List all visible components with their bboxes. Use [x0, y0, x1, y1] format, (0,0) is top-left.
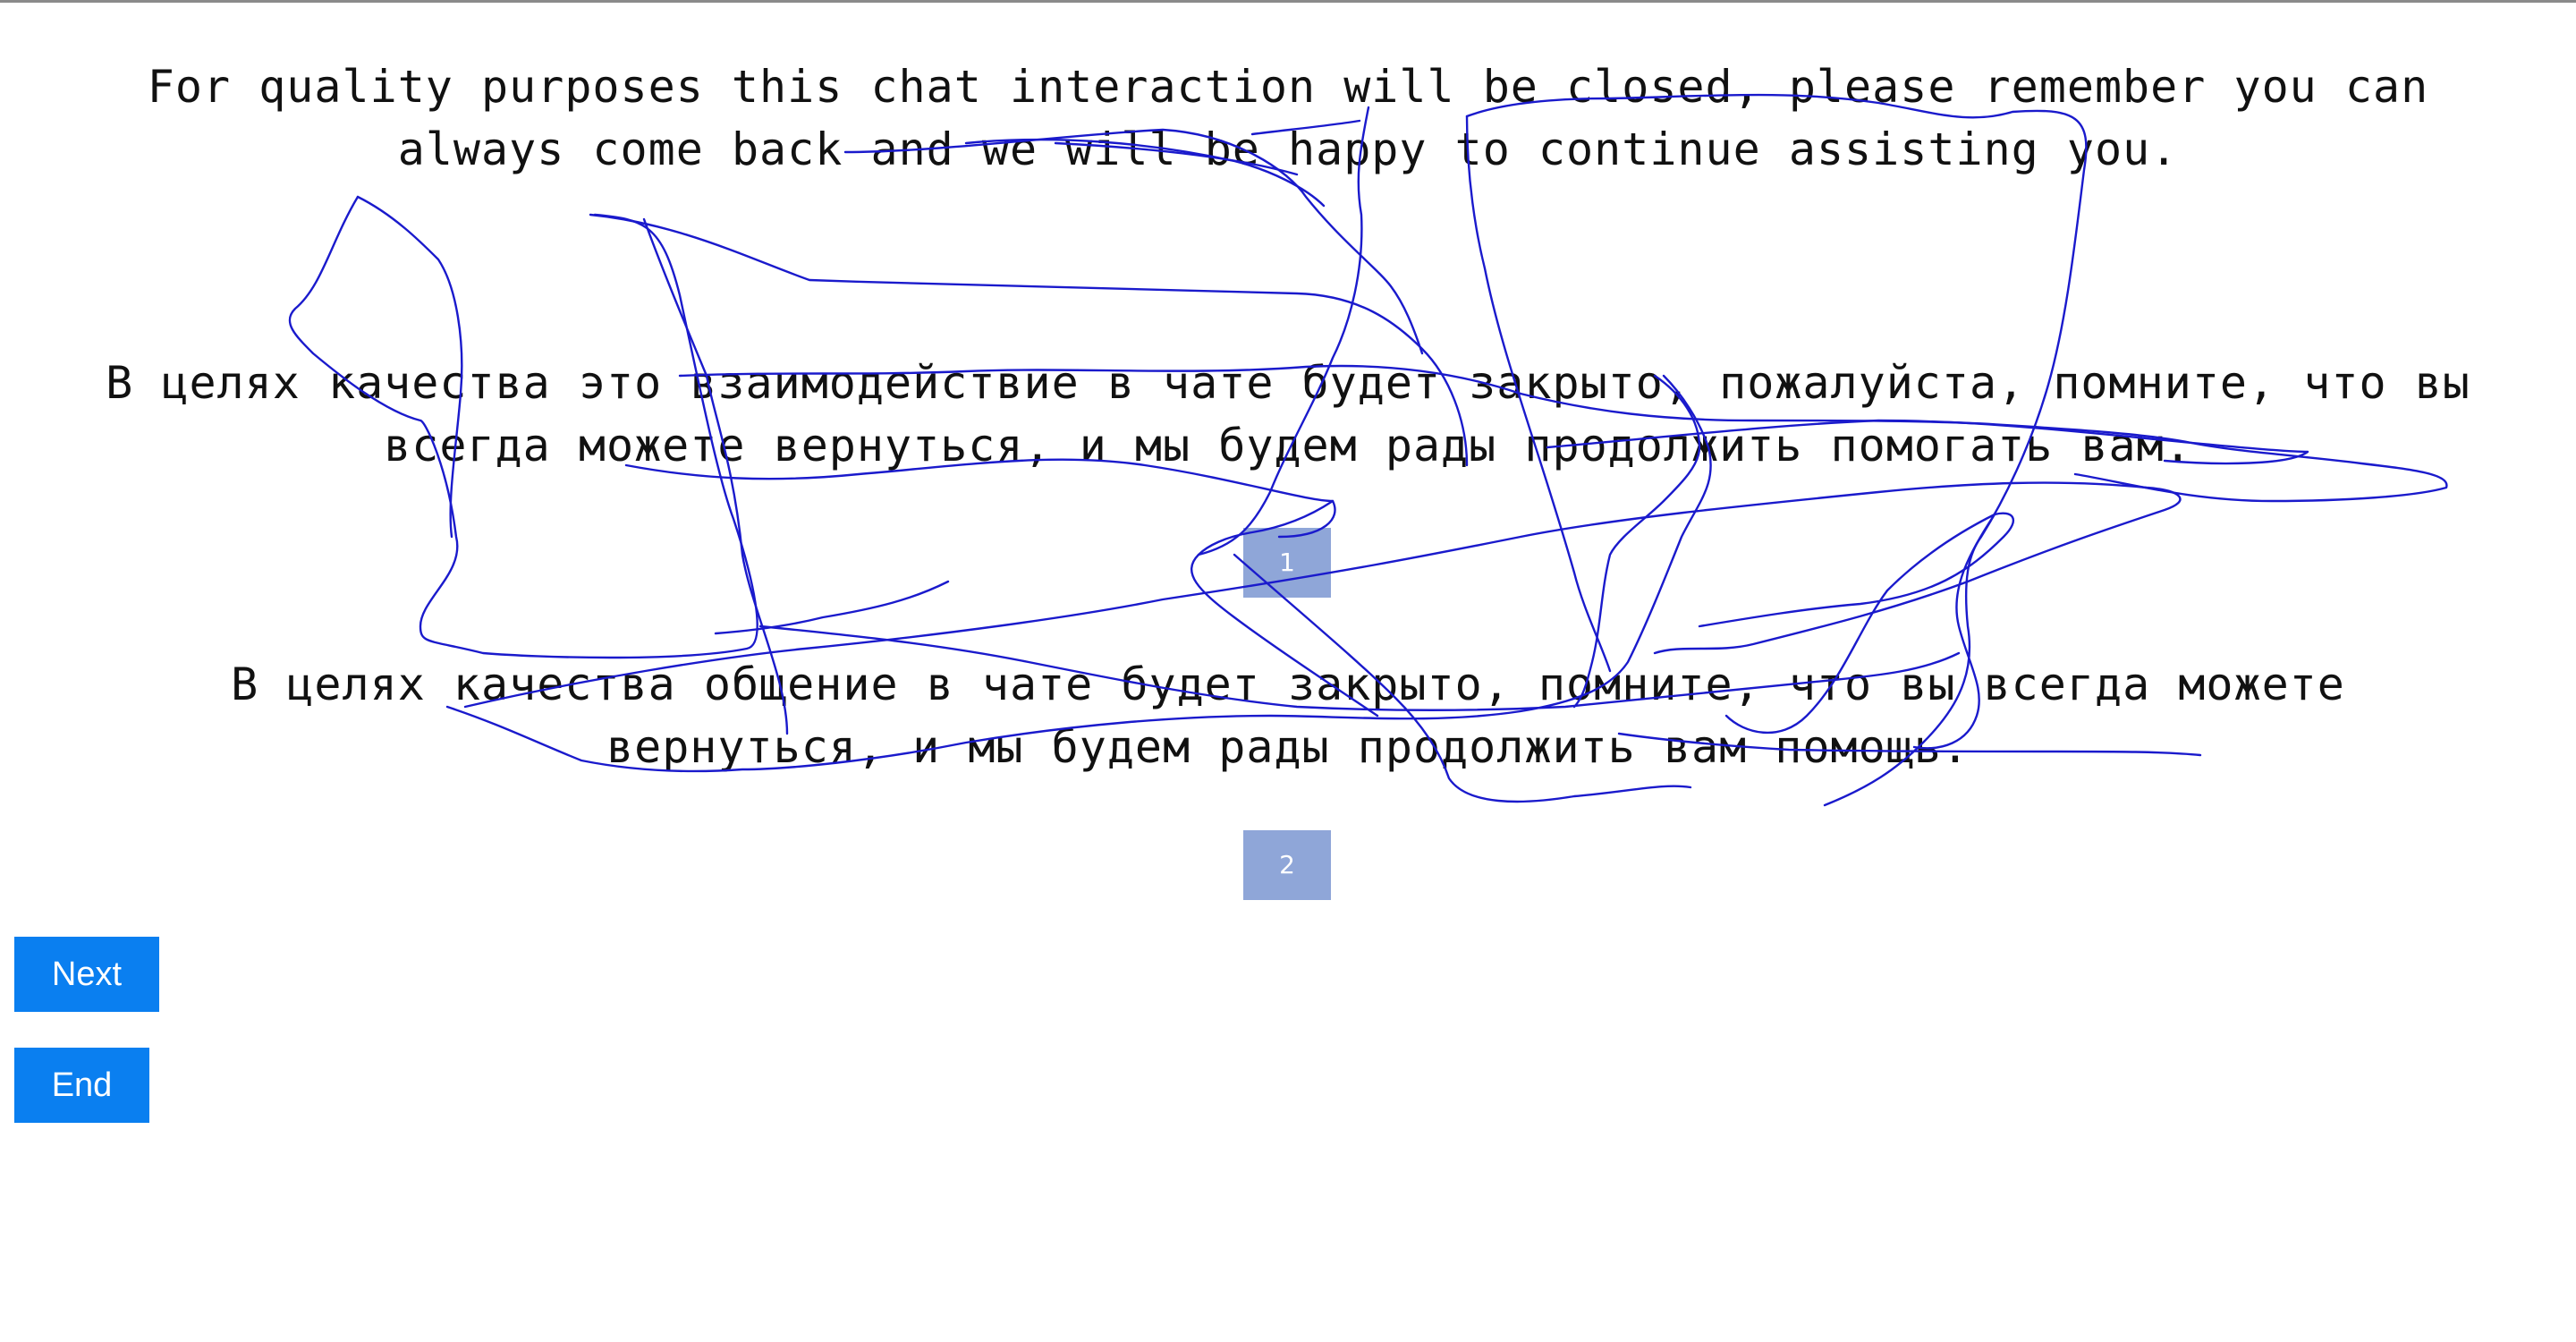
option-1-select-button[interactable]: 1 — [1243, 528, 1331, 598]
end-button[interactable]: End — [14, 1048, 149, 1123]
option-1-line-1: В целях качества это взаимодействие в ча… — [106, 357, 2470, 409]
next-button[interactable]: Next — [14, 937, 159, 1012]
source-text-line-1: For quality purposes this chat interacti… — [147, 61, 2429, 113]
option-2-line-2: вернуться, и мы будем рады продолжить ва… — [606, 721, 1970, 773]
option-1-line-2: всегда можете вернуться, и мы будем рады… — [384, 420, 2192, 471]
source-text-line-2: always come back and we will be happy to… — [397, 123, 2179, 175]
top-border — [0, 0, 2576, 3]
source-text: For quality purposes this chat interacti… — [0, 55, 2576, 181]
option-2-line-1: В целях качества общение в чате будет за… — [231, 658, 2345, 710]
option-2-select-button[interactable]: 2 — [1243, 830, 1331, 900]
translation-option-2: В целях качества общение в чате будет за… — [0, 653, 2576, 778]
translation-option-1: В целях качества это взаимодействие в ча… — [0, 352, 2576, 477]
